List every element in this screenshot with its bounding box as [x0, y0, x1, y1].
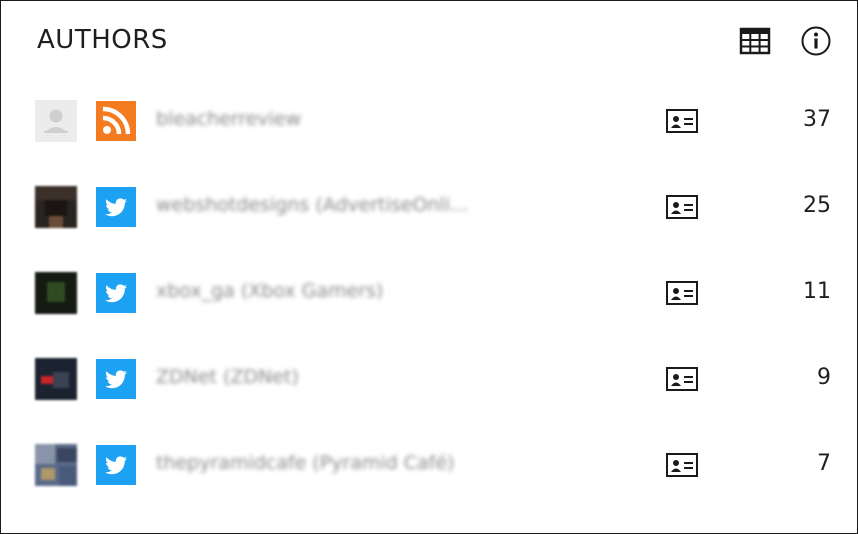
avatar [35, 444, 77, 486]
list-item[interactable]: xbox_ga (Xbox Gamers) 11 [1, 272, 857, 332]
rss-icon [96, 101, 136, 141]
avatar [35, 100, 77, 142]
contact-card-icon[interactable] [665, 108, 699, 134]
author-name: xbox_ga (Xbox Gamers) [156, 280, 384, 302]
author-name: thepyramidcafe (Pyramid Café) [156, 452, 455, 474]
article-count: 37 [803, 107, 831, 132]
article-count: 9 [817, 365, 831, 390]
list-item[interactable]: bleacherreview 37 [1, 100, 857, 160]
list-item[interactable]: ZDNet (ZDNet) 9 [1, 358, 857, 418]
author-name: ZDNet (ZDNet) [156, 366, 299, 388]
contact-card-icon[interactable] [665, 194, 699, 220]
list-item[interactable]: webshotdesigns (AdvertiseOnli... 25 [1, 186, 857, 246]
info-icon[interactable] [800, 25, 832, 57]
twitter-icon [96, 445, 136, 485]
authors-panel: AUTHORS bleacherreview 37 webshotdesigns… [0, 0, 858, 534]
avatar [35, 358, 77, 400]
contact-card-icon[interactable] [665, 366, 699, 392]
article-count: 25 [803, 193, 831, 218]
author-name: bleacherreview [156, 108, 302, 130]
article-count: 7 [817, 451, 831, 476]
contact-card-icon[interactable] [665, 452, 699, 478]
twitter-icon [96, 187, 136, 227]
avatar [35, 186, 77, 228]
article-count: 11 [803, 279, 831, 304]
author-name: webshotdesigns (AdvertiseOnli... [156, 194, 469, 216]
list-item[interactable]: thepyramidcafe (Pyramid Café) 7 [1, 444, 857, 504]
avatar [35, 272, 77, 314]
panel-title: AUTHORS [37, 25, 168, 55]
table-view-icon[interactable] [739, 25, 771, 57]
twitter-icon [96, 359, 136, 399]
twitter-icon [96, 273, 136, 313]
contact-card-icon[interactable] [665, 280, 699, 306]
